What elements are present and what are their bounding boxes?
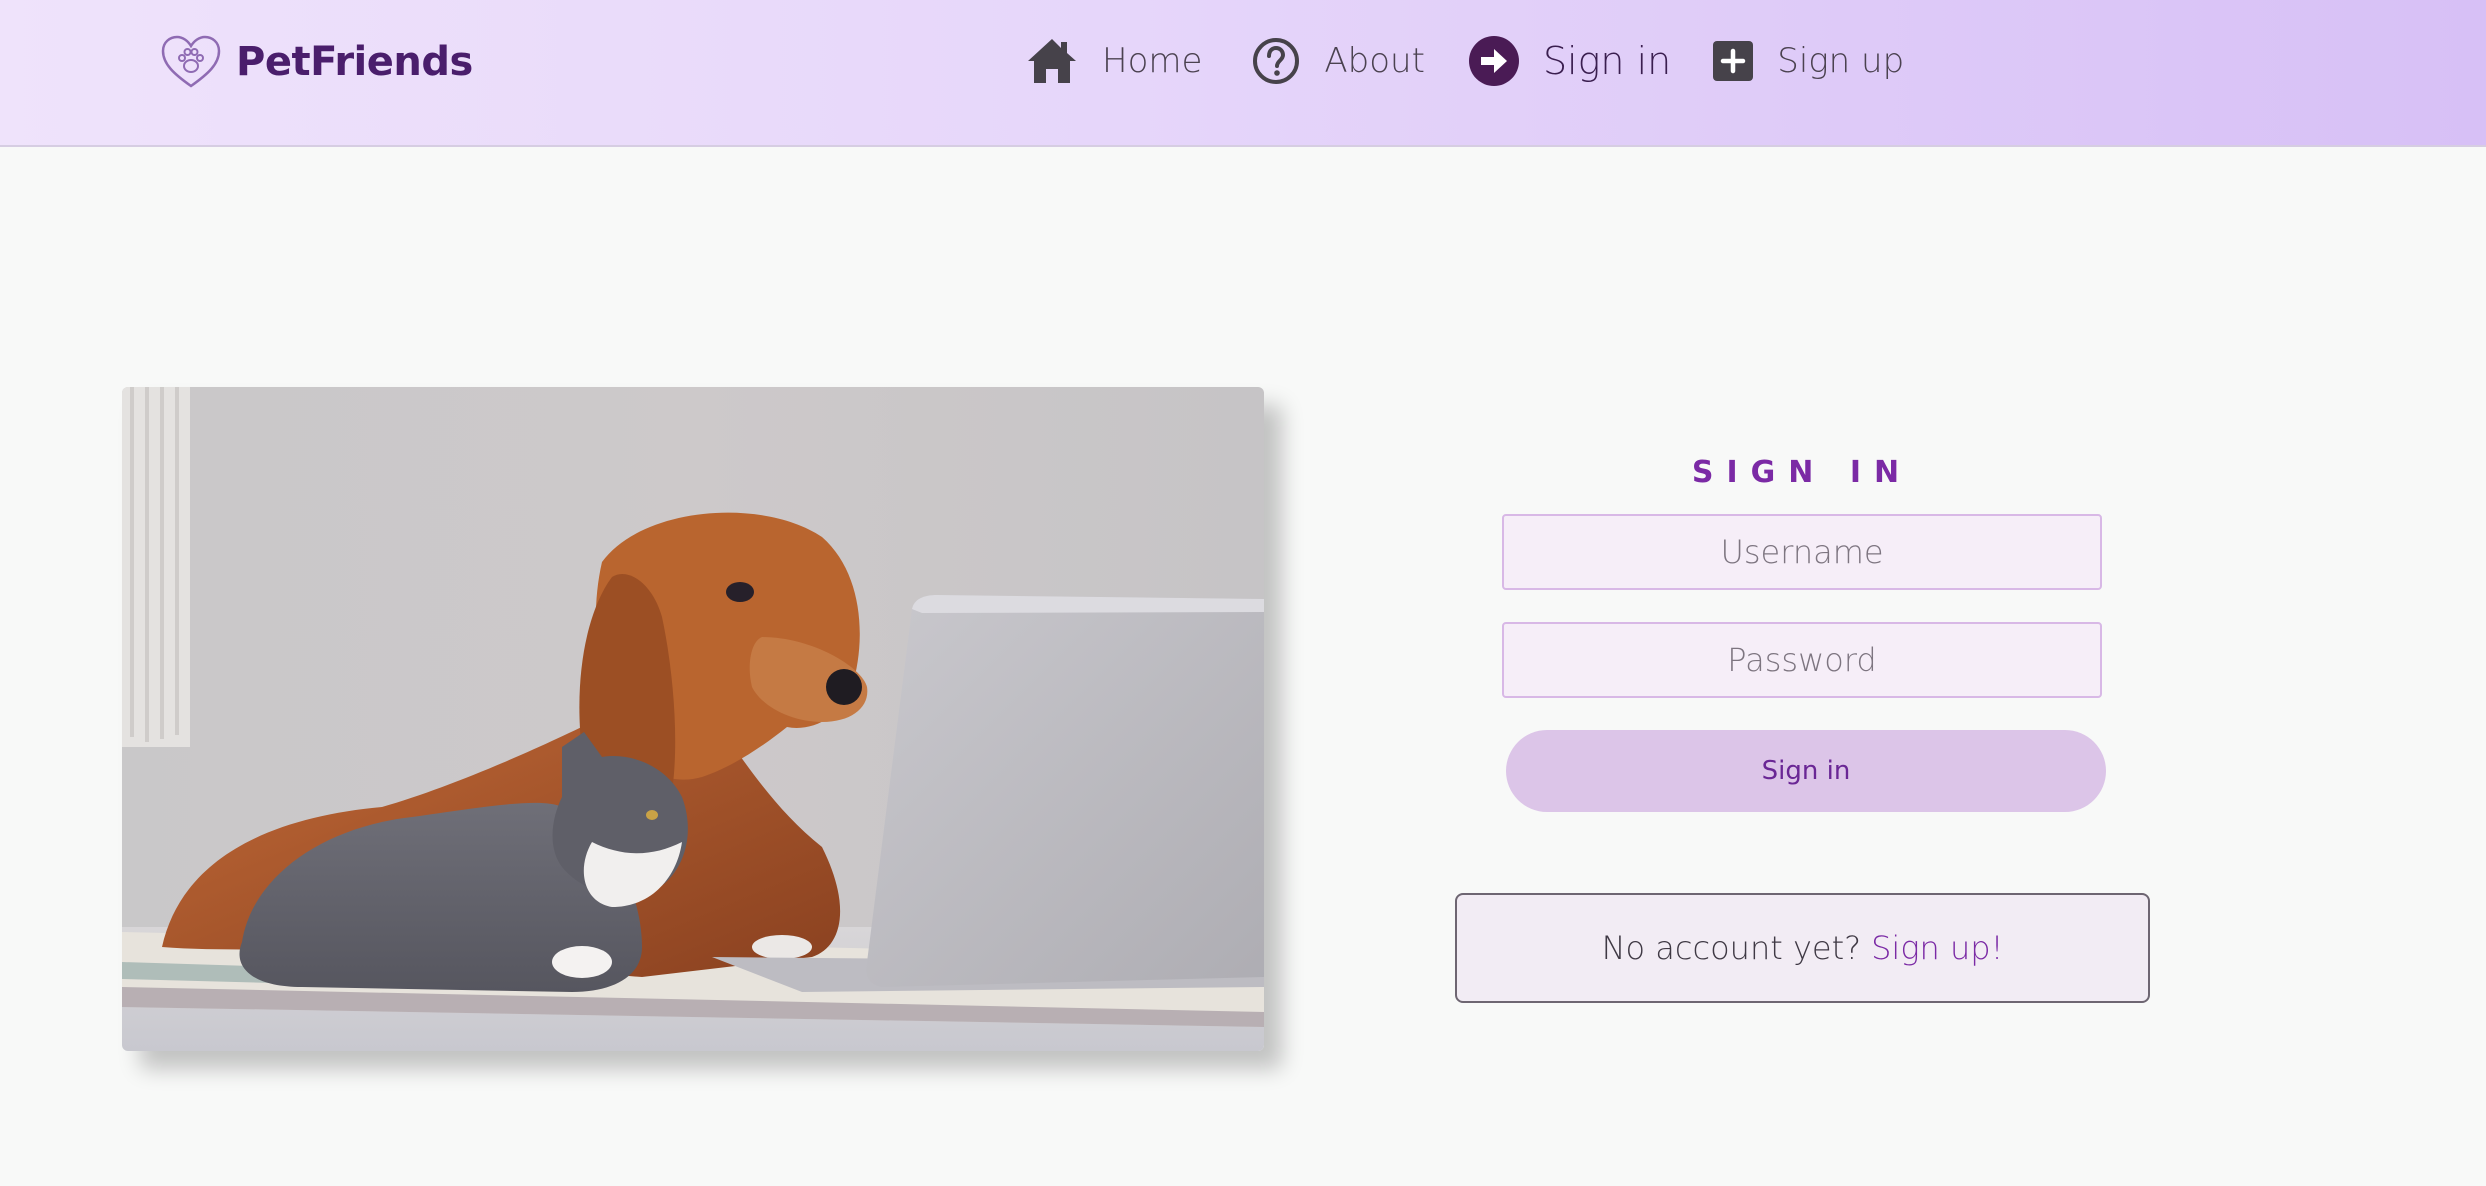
signup-prompt-box: No account yet? Sign up! <box>1455 893 2150 1003</box>
brand-name: PetFriends <box>236 39 473 85</box>
password-input[interactable] <box>1502 622 2102 698</box>
username-input[interactable] <box>1502 514 2102 590</box>
nav-item-home[interactable]: Home <box>1026 37 1202 85</box>
sign-in-button[interactable]: Sign in <box>1506 730 2106 812</box>
top-navbar: PetFriends Home About Sign in Sign up <box>0 0 2486 147</box>
brand[interactable]: PetFriends <box>160 34 473 90</box>
home-icon <box>1028 39 1076 83</box>
sign-up-link[interactable]: Sign up! <box>1871 929 2003 967</box>
plus-square-icon <box>1713 41 1754 81</box>
nav-item-about[interactable]: About <box>1252 37 1425 85</box>
dog-and-cat-with-laptop-photo <box>122 387 1264 1051</box>
nav-item-sign-in[interactable]: Sign in <box>1468 36 1672 86</box>
nav-label-sign-up: Sign up <box>1777 41 1905 81</box>
hero-image <box>122 387 1264 1051</box>
nav-label-sign-in: Sign in <box>1542 39 1672 83</box>
no-account-text: No account yet? <box>1601 929 1862 967</box>
arrow-right-circle-icon <box>1468 36 1519 86</box>
nav-label-home: Home <box>1102 41 1203 81</box>
main-nav: Home About Sign in Sign up <box>1026 36 1904 86</box>
heart-paw-icon <box>161 35 221 88</box>
nav-item-sign-up[interactable]: Sign up <box>1713 41 1904 81</box>
sign-in-title: SIGN IN <box>1691 455 1913 490</box>
nav-label-about: About <box>1324 41 1425 81</box>
question-circle-icon <box>1253 38 1300 84</box>
